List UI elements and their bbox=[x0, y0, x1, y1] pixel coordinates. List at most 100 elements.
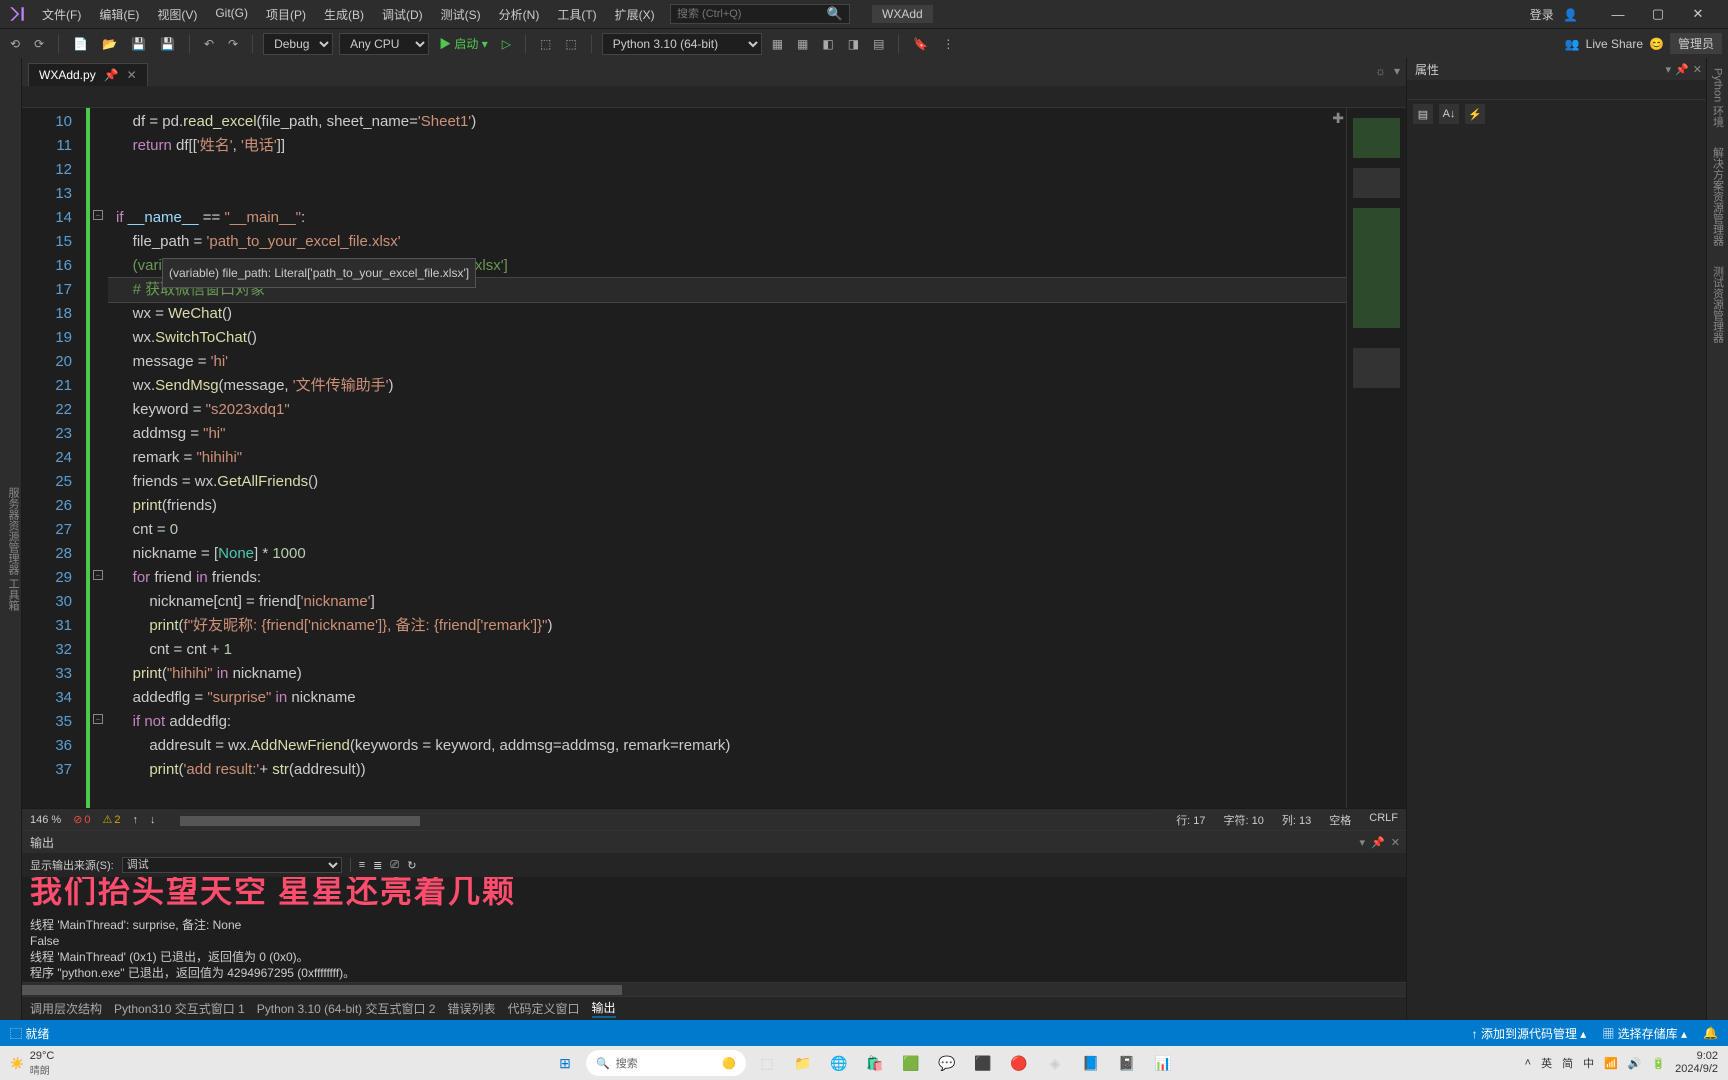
fold-toggle[interactable]: − bbox=[93, 714, 103, 724]
eol-mode[interactable]: CRLF bbox=[1369, 812, 1398, 828]
save-all-icon[interactable]: 💾 bbox=[156, 35, 179, 53]
output-dropdown-icon[interactable]: ▾ bbox=[1360, 836, 1366, 849]
menu-item[interactable]: 分析(N) bbox=[491, 2, 548, 27]
breadcrumb-bar[interactable] bbox=[22, 86, 1406, 108]
props-alpha-icon[interactable]: A↓ bbox=[1439, 104, 1459, 124]
code-line[interactable]: return df[['姓名', '电话']] bbox=[108, 134, 1346, 158]
python-env-dropdown[interactable]: Python 3.10 (64-bit) bbox=[602, 33, 762, 55]
code-line[interactable]: nickname[cnt] = friend['nickname'] bbox=[108, 590, 1346, 614]
minimap[interactable] bbox=[1346, 108, 1406, 808]
search-icon[interactable]: 🔍 bbox=[827, 6, 843, 22]
tb-icon[interactable]: ◨ bbox=[844, 35, 863, 53]
error-count[interactable]: ⊘ 0 bbox=[73, 813, 90, 826]
step-icon[interactable]: ⬚ bbox=[536, 35, 555, 53]
tab-pin-icon[interactable]: 📌 bbox=[104, 68, 119, 82]
nav-up-icon[interactable]: ↑ bbox=[133, 814, 139, 826]
code-line[interactable]: print('add result:'+ str(addresult)) bbox=[108, 758, 1346, 782]
code-line[interactable]: if __name__ == "__main__": bbox=[108, 206, 1346, 230]
code-line[interactable]: addmsg = "hi" bbox=[108, 422, 1346, 446]
editor[interactable]: 1011121314151617181920212223242526272829… bbox=[22, 108, 1406, 808]
tray-ime[interactable]: 英 bbox=[1541, 1055, 1552, 1071]
code-area[interactable]: (variable) file_path: Literal['path_to_y… bbox=[108, 108, 1346, 808]
fold-toggle[interactable]: − bbox=[93, 210, 103, 220]
bookmark-icon[interactable]: 🔖 bbox=[909, 35, 932, 53]
tab-overflow-icon[interactable]: ▾ bbox=[1394, 64, 1400, 78]
tray-ime[interactable]: 简 bbox=[1562, 1055, 1573, 1071]
app-icon[interactable]: 📊 bbox=[1148, 1048, 1178, 1078]
tb-icon[interactable]: ▦ bbox=[768, 35, 787, 53]
save-icon[interactable]: 💾 bbox=[127, 35, 150, 53]
app-icon[interactable]: ⬛ bbox=[968, 1048, 998, 1078]
nav-down-icon[interactable]: ↓ bbox=[150, 814, 156, 826]
tb-icon[interactable]: ▤ bbox=[869, 35, 888, 53]
tray-ime[interactable]: 中 bbox=[1583, 1055, 1594, 1071]
weather-widget[interactable]: ☀️ 29°C 晴朗 bbox=[10, 1050, 54, 1077]
volume-icon[interactable]: 🔊 bbox=[1628, 1057, 1642, 1070]
menu-item[interactable]: 编辑(E) bbox=[91, 2, 147, 27]
preview-icon[interactable]: ☼ bbox=[1375, 64, 1386, 78]
code-line[interactable]: addedflg = "surprise" in nickname bbox=[108, 686, 1346, 710]
start-without-debug-icon[interactable]: ▷ bbox=[498, 35, 515, 53]
code-line[interactable]: keyword = "s2023xdq1" bbox=[108, 398, 1346, 422]
liveshare-button[interactable]: Live Share bbox=[1586, 37, 1643, 51]
code-line[interactable]: addresult = wx.AddNewFriend(keywords = k… bbox=[108, 734, 1346, 758]
indent-mode[interactable]: 空格 bbox=[1329, 812, 1351, 828]
code-line[interactable] bbox=[108, 158, 1346, 182]
feedback-icon[interactable]: 😊 bbox=[1649, 37, 1664, 51]
explorer-icon[interactable]: 📁 bbox=[788, 1048, 818, 1078]
bottom-tab[interactable]: Python 3.10 (64-bit) 交互式窗口 2 bbox=[257, 1000, 436, 1017]
zoom-level[interactable]: 146 % bbox=[30, 814, 61, 826]
app-icon[interactable]: 🟩 bbox=[896, 1048, 926, 1078]
taskbar-search[interactable]: 🔍 搜索 🟡 bbox=[586, 1050, 746, 1076]
code-line[interactable]: message = 'hi' bbox=[108, 350, 1346, 374]
fold-column[interactable]: − − − bbox=[90, 108, 108, 808]
edge-icon[interactable]: 🌐 bbox=[824, 1048, 854, 1078]
wifi-icon[interactable]: 📶 bbox=[1604, 1057, 1618, 1070]
props-pin-icon[interactable]: 📌 bbox=[1675, 63, 1689, 76]
system-tray[interactable]: ˄ 英 简 中 📶 🔊 🔋 9:02 2024/9/2 bbox=[1525, 1050, 1718, 1076]
redo-icon[interactable]: ↷ bbox=[224, 35, 242, 53]
fold-toggle[interactable]: − bbox=[93, 570, 103, 580]
liveshare-icon[interactable]: 👥 bbox=[1565, 37, 1580, 51]
tb-icon[interactable]: ⋮ bbox=[938, 35, 958, 53]
repo-button[interactable]: ▦ 选择存储库 ▴ bbox=[1602, 1025, 1687, 1042]
tab-close-icon[interactable]: ✕ bbox=[127, 68, 137, 82]
output-h-scrollbar[interactable] bbox=[22, 982, 1406, 996]
menu-item[interactable]: 视图(V) bbox=[149, 2, 205, 27]
props-dropdown-icon[interactable]: ▾ bbox=[1666, 63, 1672, 76]
vs-icon[interactable]: ◈ bbox=[1040, 1048, 1070, 1078]
code-line[interactable]: print(friends) bbox=[108, 494, 1346, 518]
output-tool-icon[interactable]: ≡ bbox=[359, 859, 365, 871]
maximize-button[interactable]: ▢ bbox=[1638, 0, 1678, 28]
split-icon[interactable]: ✚ bbox=[1332, 110, 1344, 127]
minimize-button[interactable]: ― bbox=[1598, 0, 1638, 28]
warning-count[interactable]: ⚠ 2 bbox=[103, 813, 121, 826]
menu-item[interactable]: 项目(P) bbox=[258, 2, 314, 27]
bottom-tab[interactable]: 输出 bbox=[592, 999, 616, 1018]
search-input[interactable] bbox=[677, 8, 827, 20]
code-line[interactable]: print("hihihi" in nickname) bbox=[108, 662, 1346, 686]
tb-icon[interactable]: ▦ bbox=[793, 35, 812, 53]
props-categorize-icon[interactable]: ▤ bbox=[1413, 104, 1433, 124]
clock[interactable]: 9:02 2024/9/2 bbox=[1675, 1050, 1718, 1076]
code-line[interactable]: if not addedflg: bbox=[108, 710, 1346, 734]
login-button[interactable]: 登录 👤 bbox=[1518, 2, 1584, 27]
new-file-icon[interactable]: 📄 bbox=[69, 35, 92, 53]
menu-item[interactable]: 文件(F) bbox=[34, 2, 89, 27]
wechat-icon[interactable]: 💬 bbox=[932, 1048, 962, 1078]
code-line[interactable]: cnt = cnt + 1 bbox=[108, 638, 1346, 662]
start-button[interactable]: ▶ 启动 ▾ bbox=[435, 33, 492, 54]
menu-item[interactable]: 生成(B) bbox=[316, 2, 372, 27]
tray-chevron-icon[interactable]: ˄ bbox=[1525, 1057, 1531, 1069]
rail-tab[interactable]: 解决方案资源管理器 bbox=[1710, 147, 1726, 246]
menu-item[interactable]: 测试(S) bbox=[433, 2, 489, 27]
bottom-tab[interactable]: 调用层次结构 bbox=[30, 1000, 102, 1017]
props-events-icon[interactable]: ⚡ bbox=[1465, 104, 1485, 124]
bottom-tab[interactable]: Python310 交互式窗口 1 bbox=[114, 1000, 245, 1017]
code-line[interactable]: friends = wx.GetAllFriends() bbox=[108, 470, 1346, 494]
left-rail[interactable]: 服务器资源管理器 工具箱 bbox=[0, 58, 22, 1020]
tb-icon[interactable]: ◧ bbox=[818, 35, 837, 53]
close-button[interactable]: ✕ bbox=[1678, 0, 1718, 28]
open-icon[interactable]: 📂 bbox=[98, 35, 121, 53]
config-dropdown[interactable]: Debug bbox=[263, 33, 333, 55]
